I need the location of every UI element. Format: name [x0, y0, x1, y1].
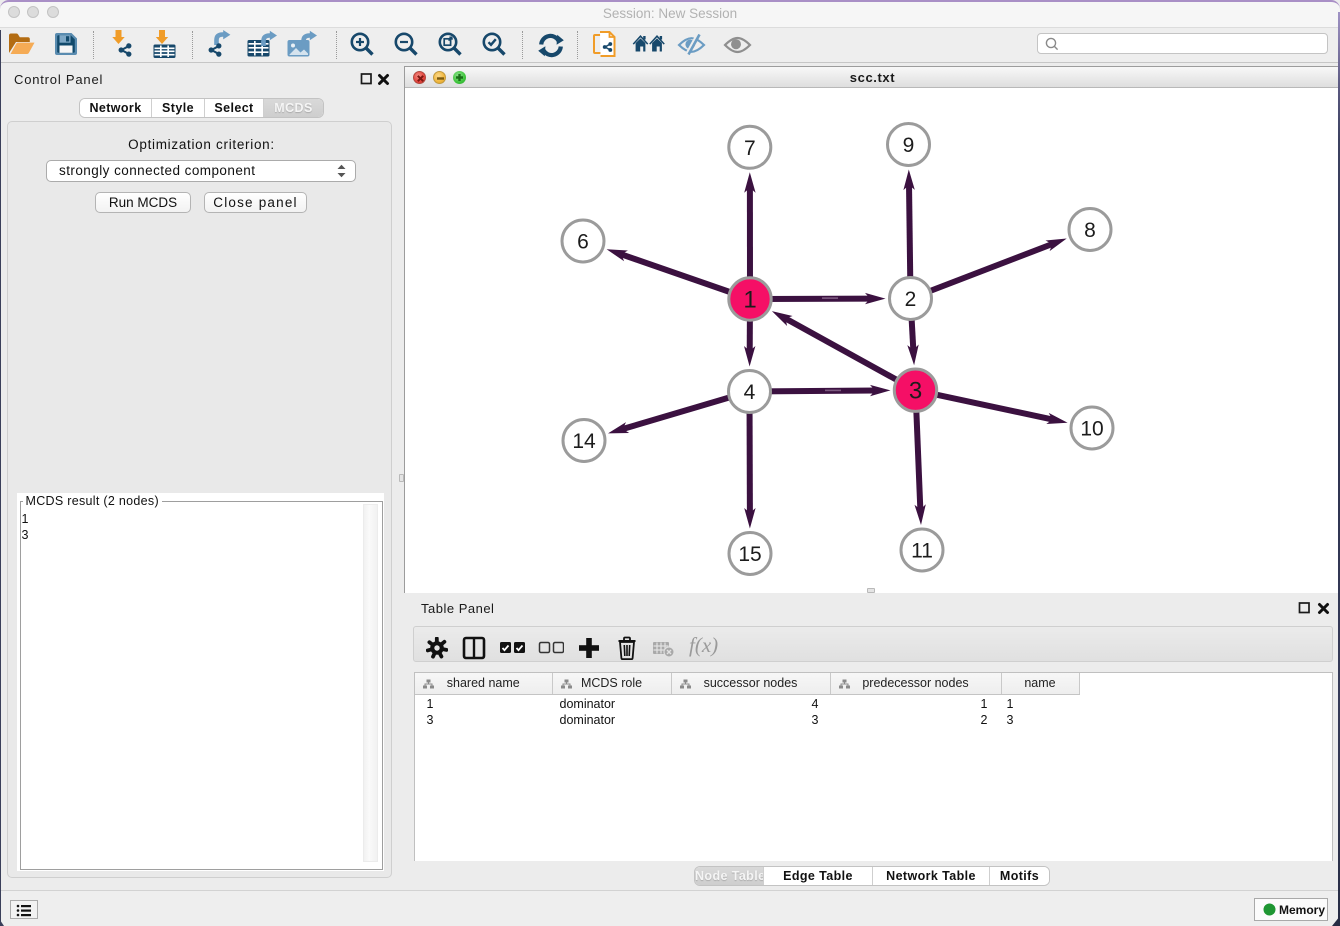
- svg-text:8: 8: [1084, 219, 1096, 242]
- svg-text:15: 15: [738, 543, 761, 566]
- svg-text:1: 1: [743, 287, 756, 314]
- svg-text:7: 7: [744, 137, 756, 160]
- svg-text:3: 3: [909, 378, 922, 405]
- svg-text:11: 11: [911, 540, 933, 563]
- svg-text:6: 6: [577, 231, 589, 254]
- svg-text:4: 4: [744, 381, 756, 404]
- svg-text:10: 10: [1080, 418, 1103, 441]
- svg-text:9: 9: [903, 134, 915, 157]
- svg-text:14: 14: [572, 430, 596, 453]
- svg-text:2: 2: [905, 288, 917, 311]
